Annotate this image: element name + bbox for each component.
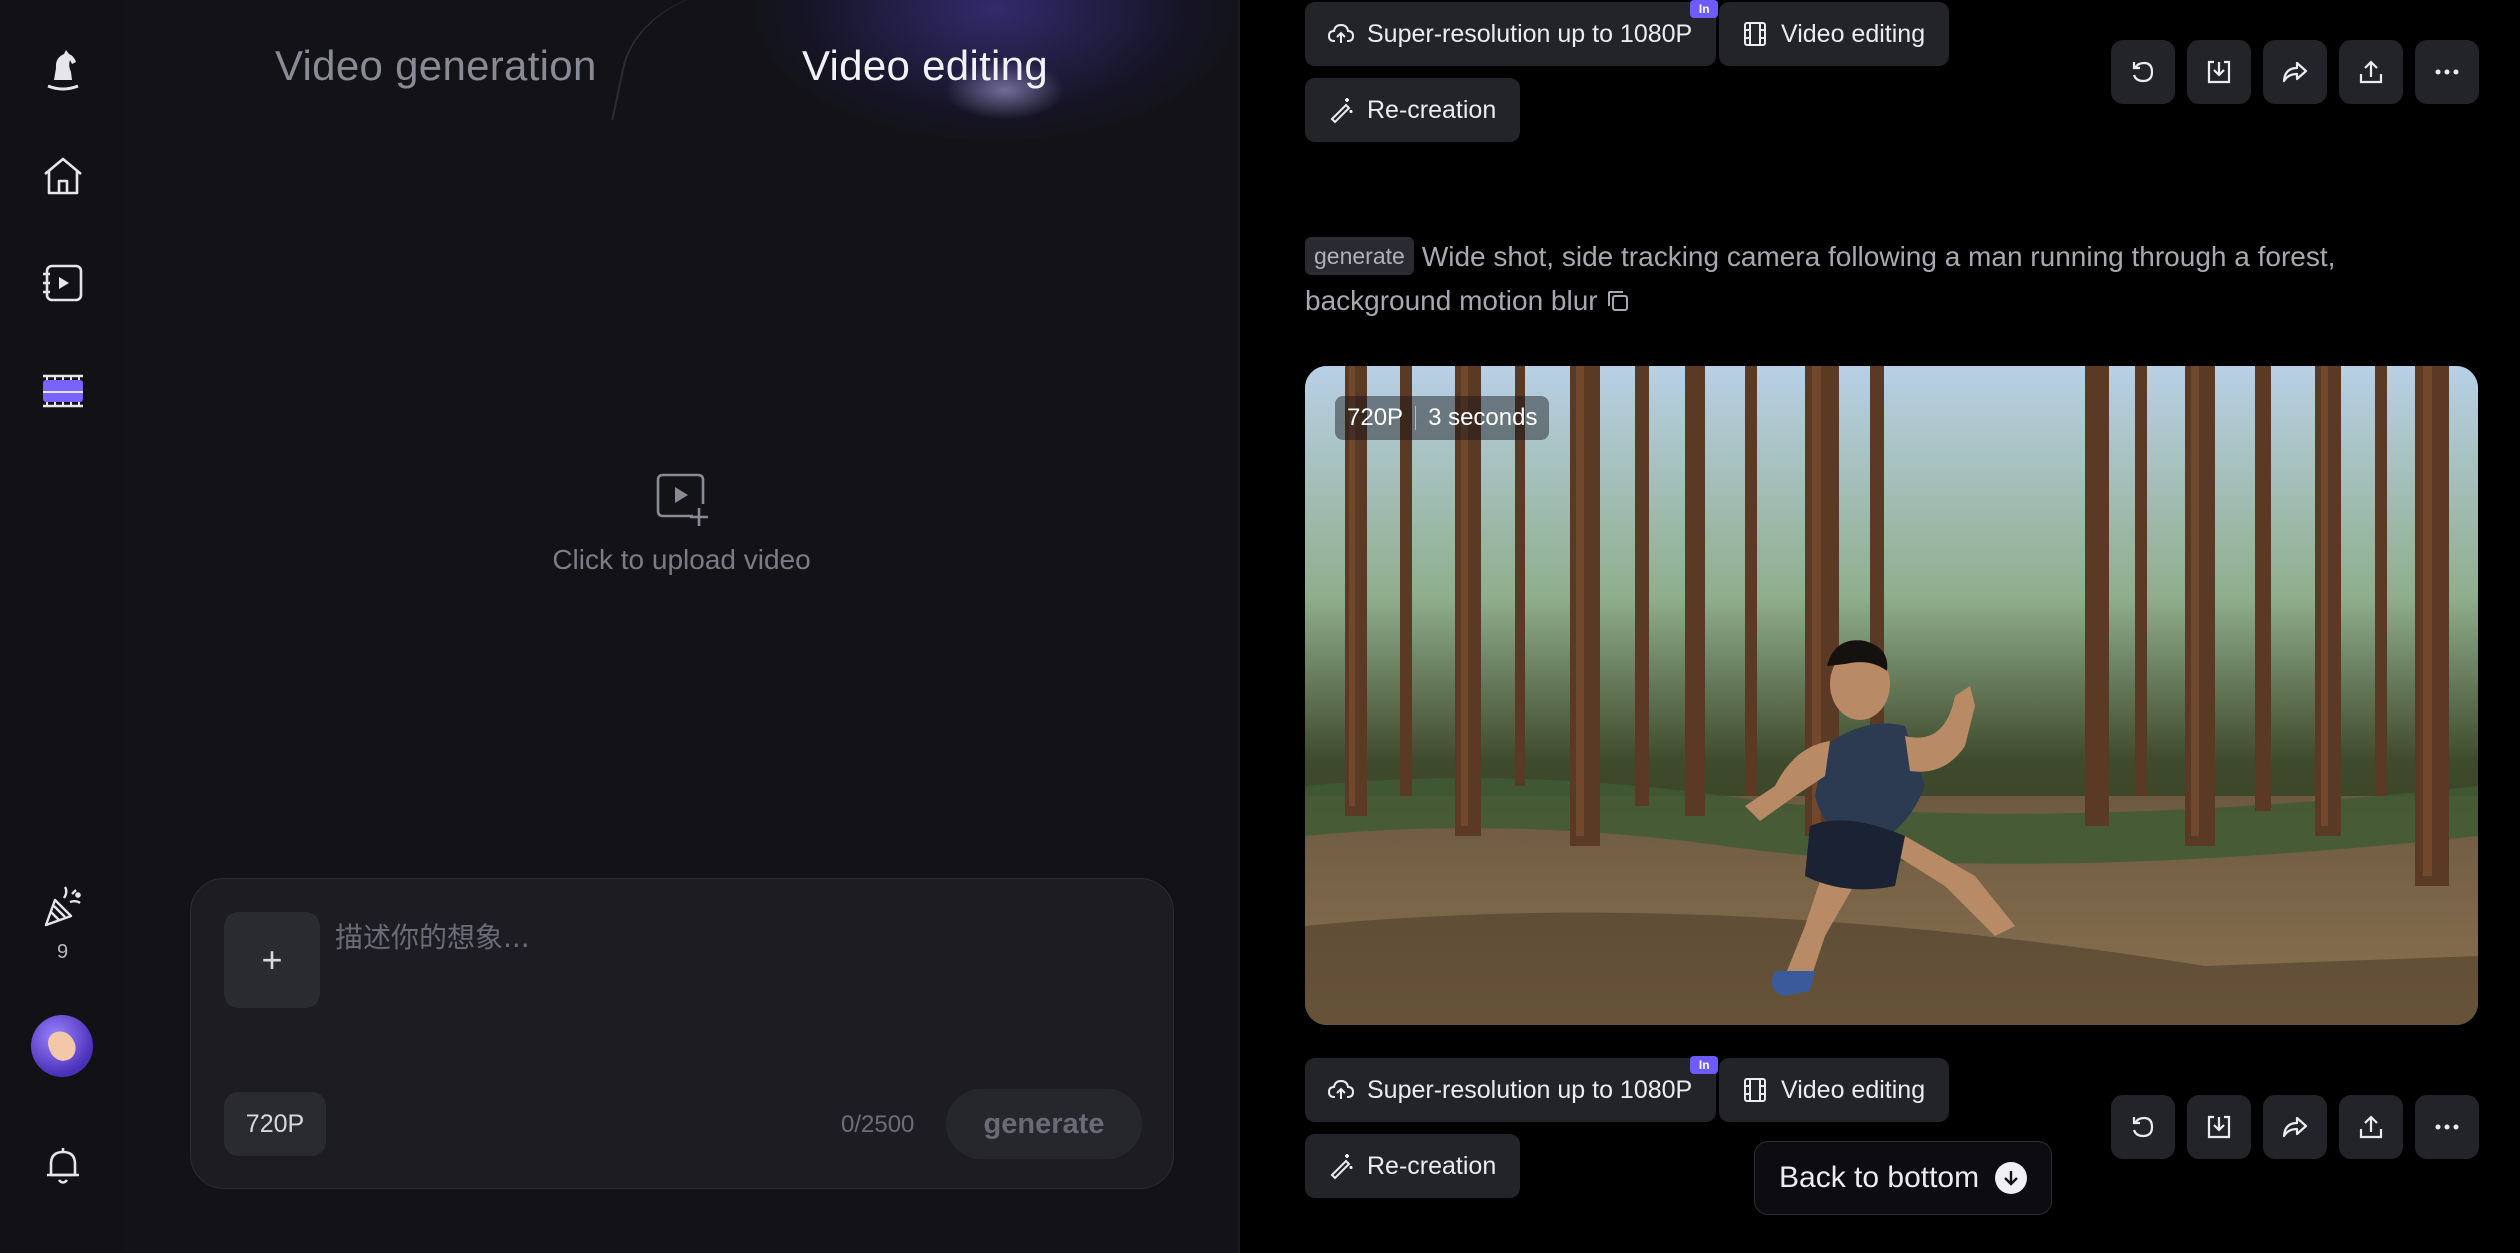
- char-counter: 0/2500: [841, 1111, 915, 1138]
- regenerate-button[interactable]: [2111, 40, 2175, 104]
- video-editing-label: Video editing: [1781, 1075, 1926, 1104]
- video-editing-button[interactable]: Video editing: [1719, 2, 1950, 66]
- re-creation-button[interactable]: Re-creation: [1305, 78, 1521, 142]
- more-options-button[interactable]: [2415, 40, 2479, 104]
- magic-wand-icon: [1330, 1154, 1353, 1180]
- share-button-bottom[interactable]: [2263, 1095, 2327, 1159]
- generation-prompt: generate Wide shot, side tracking camera …: [1305, 235, 2435, 323]
- magic-wand-icon: [1330, 98, 1353, 124]
- tab-video-generation[interactable]: Video generation: [275, 42, 597, 90]
- tab-video-editing[interactable]: Video editing: [802, 42, 1048, 90]
- copy-icon[interactable]: [1604, 287, 1632, 315]
- super-resolution-badge: In: [1690, 0, 1719, 18]
- film-icon: [1744, 22, 1766, 46]
- video-upload-icon: [656, 473, 708, 526]
- re-creation-label: Re-creation: [1367, 95, 1497, 124]
- video-meta-badge: 720P 3 seconds: [1335, 396, 1550, 440]
- party-popper-icon[interactable]: [34, 878, 92, 936]
- super-resolution-label: Super-resolution up to 1080P: [1367, 1075, 1693, 1104]
- credits-count: 9: [56, 941, 69, 963]
- add-media-button[interactable]: +: [224, 912, 320, 1008]
- video-frame-man-running-forest: [1305, 366, 2478, 1025]
- sidebar: 9: [0, 0, 125, 1253]
- back-to-bottom-label: Back to bottom: [1779, 1161, 1980, 1194]
- cloud-upload-icon: [1327, 1079, 1355, 1099]
- video-editing-label: Video editing: [1781, 19, 1926, 48]
- generate-button[interactable]: generate: [946, 1089, 1142, 1159]
- prompt-text: Wide shot, side tracking camera followin…: [1305, 241, 2336, 316]
- super-resolution-button-bottom[interactable]: Super-resolution up to 1080P In: [1305, 1056, 1719, 1122]
- rotate-icon: [2132, 61, 2154, 83]
- more-icon: [2435, 1124, 2459, 1130]
- more-options-button-bottom[interactable]: [2415, 1095, 2479, 1159]
- video-editing-button-bottom[interactable]: Video editing: [1719, 1058, 1950, 1122]
- upload-icon: [2359, 60, 2383, 84]
- upload-icon: [2359, 1115, 2383, 1139]
- download-icon: [2207, 1115, 2231, 1139]
- bell-icon[interactable]: [34, 1137, 92, 1195]
- upload-label: Click to upload video: [552, 544, 811, 575]
- tab-divider: [611, 0, 799, 120]
- prompt-composer: + 720P 0/2500 generate: [190, 878, 1174, 1189]
- share-icon: [2282, 1116, 2308, 1138]
- regenerate-button-bottom[interactable]: [2111, 1095, 2175, 1159]
- share-icon: [2282, 61, 2308, 83]
- download-icon: [2207, 60, 2231, 84]
- share-button[interactable]: [2263, 40, 2327, 104]
- prompt-input[interactable]: [335, 917, 1135, 957]
- results-panel: Super-resolution up to 1080P In Video ed…: [1238, 0, 2520, 1253]
- cloud-upload-icon: [1327, 23, 1355, 43]
- back-to-bottom-button[interactable]: Back to bottom: [1754, 1141, 2052, 1215]
- download-button-bottom[interactable]: [2187, 1095, 2251, 1159]
- video-upload-dropzone[interactable]: Click to upload video: [125, 470, 1238, 576]
- video-duration: 3 seconds: [1428, 404, 1538, 431]
- re-creation-button-bottom[interactable]: Re-creation: [1305, 1134, 1521, 1198]
- video-resolution: 720P: [1347, 404, 1404, 431]
- video-library-icon[interactable]: [34, 254, 92, 312]
- super-resolution-badge: In: [1690, 1056, 1719, 1074]
- super-resolution-label: Super-resolution up to 1080P: [1367, 19, 1693, 48]
- meta-separator: [1415, 406, 1417, 430]
- rotate-icon: [2132, 1116, 2154, 1138]
- generated-video-player[interactable]: 720P 3 seconds: [1305, 366, 2478, 1025]
- rocking-horse-logo-icon[interactable]: [34, 42, 92, 100]
- avatar[interactable]: [31, 1015, 93, 1077]
- re-creation-label: Re-creation: [1367, 1151, 1497, 1180]
- arrow-down-icon: [1995, 1162, 2028, 1194]
- video-editor-icon[interactable]: [34, 362, 92, 420]
- download-button[interactable]: [2187, 40, 2251, 104]
- resolution-select[interactable]: 720P: [224, 1092, 326, 1156]
- home-icon[interactable]: [34, 147, 92, 205]
- export-button-bottom[interactable]: [2339, 1095, 2403, 1159]
- video-editing-panel: Video generation Video editing Click to …: [125, 0, 1238, 1253]
- prompt-mode-tag: generate: [1305, 237, 1414, 275]
- film-icon: [1744, 1078, 1766, 1102]
- export-button[interactable]: [2339, 40, 2403, 104]
- more-icon: [2435, 69, 2459, 75]
- super-resolution-button[interactable]: Super-resolution up to 1080P In: [1305, 0, 1719, 66]
